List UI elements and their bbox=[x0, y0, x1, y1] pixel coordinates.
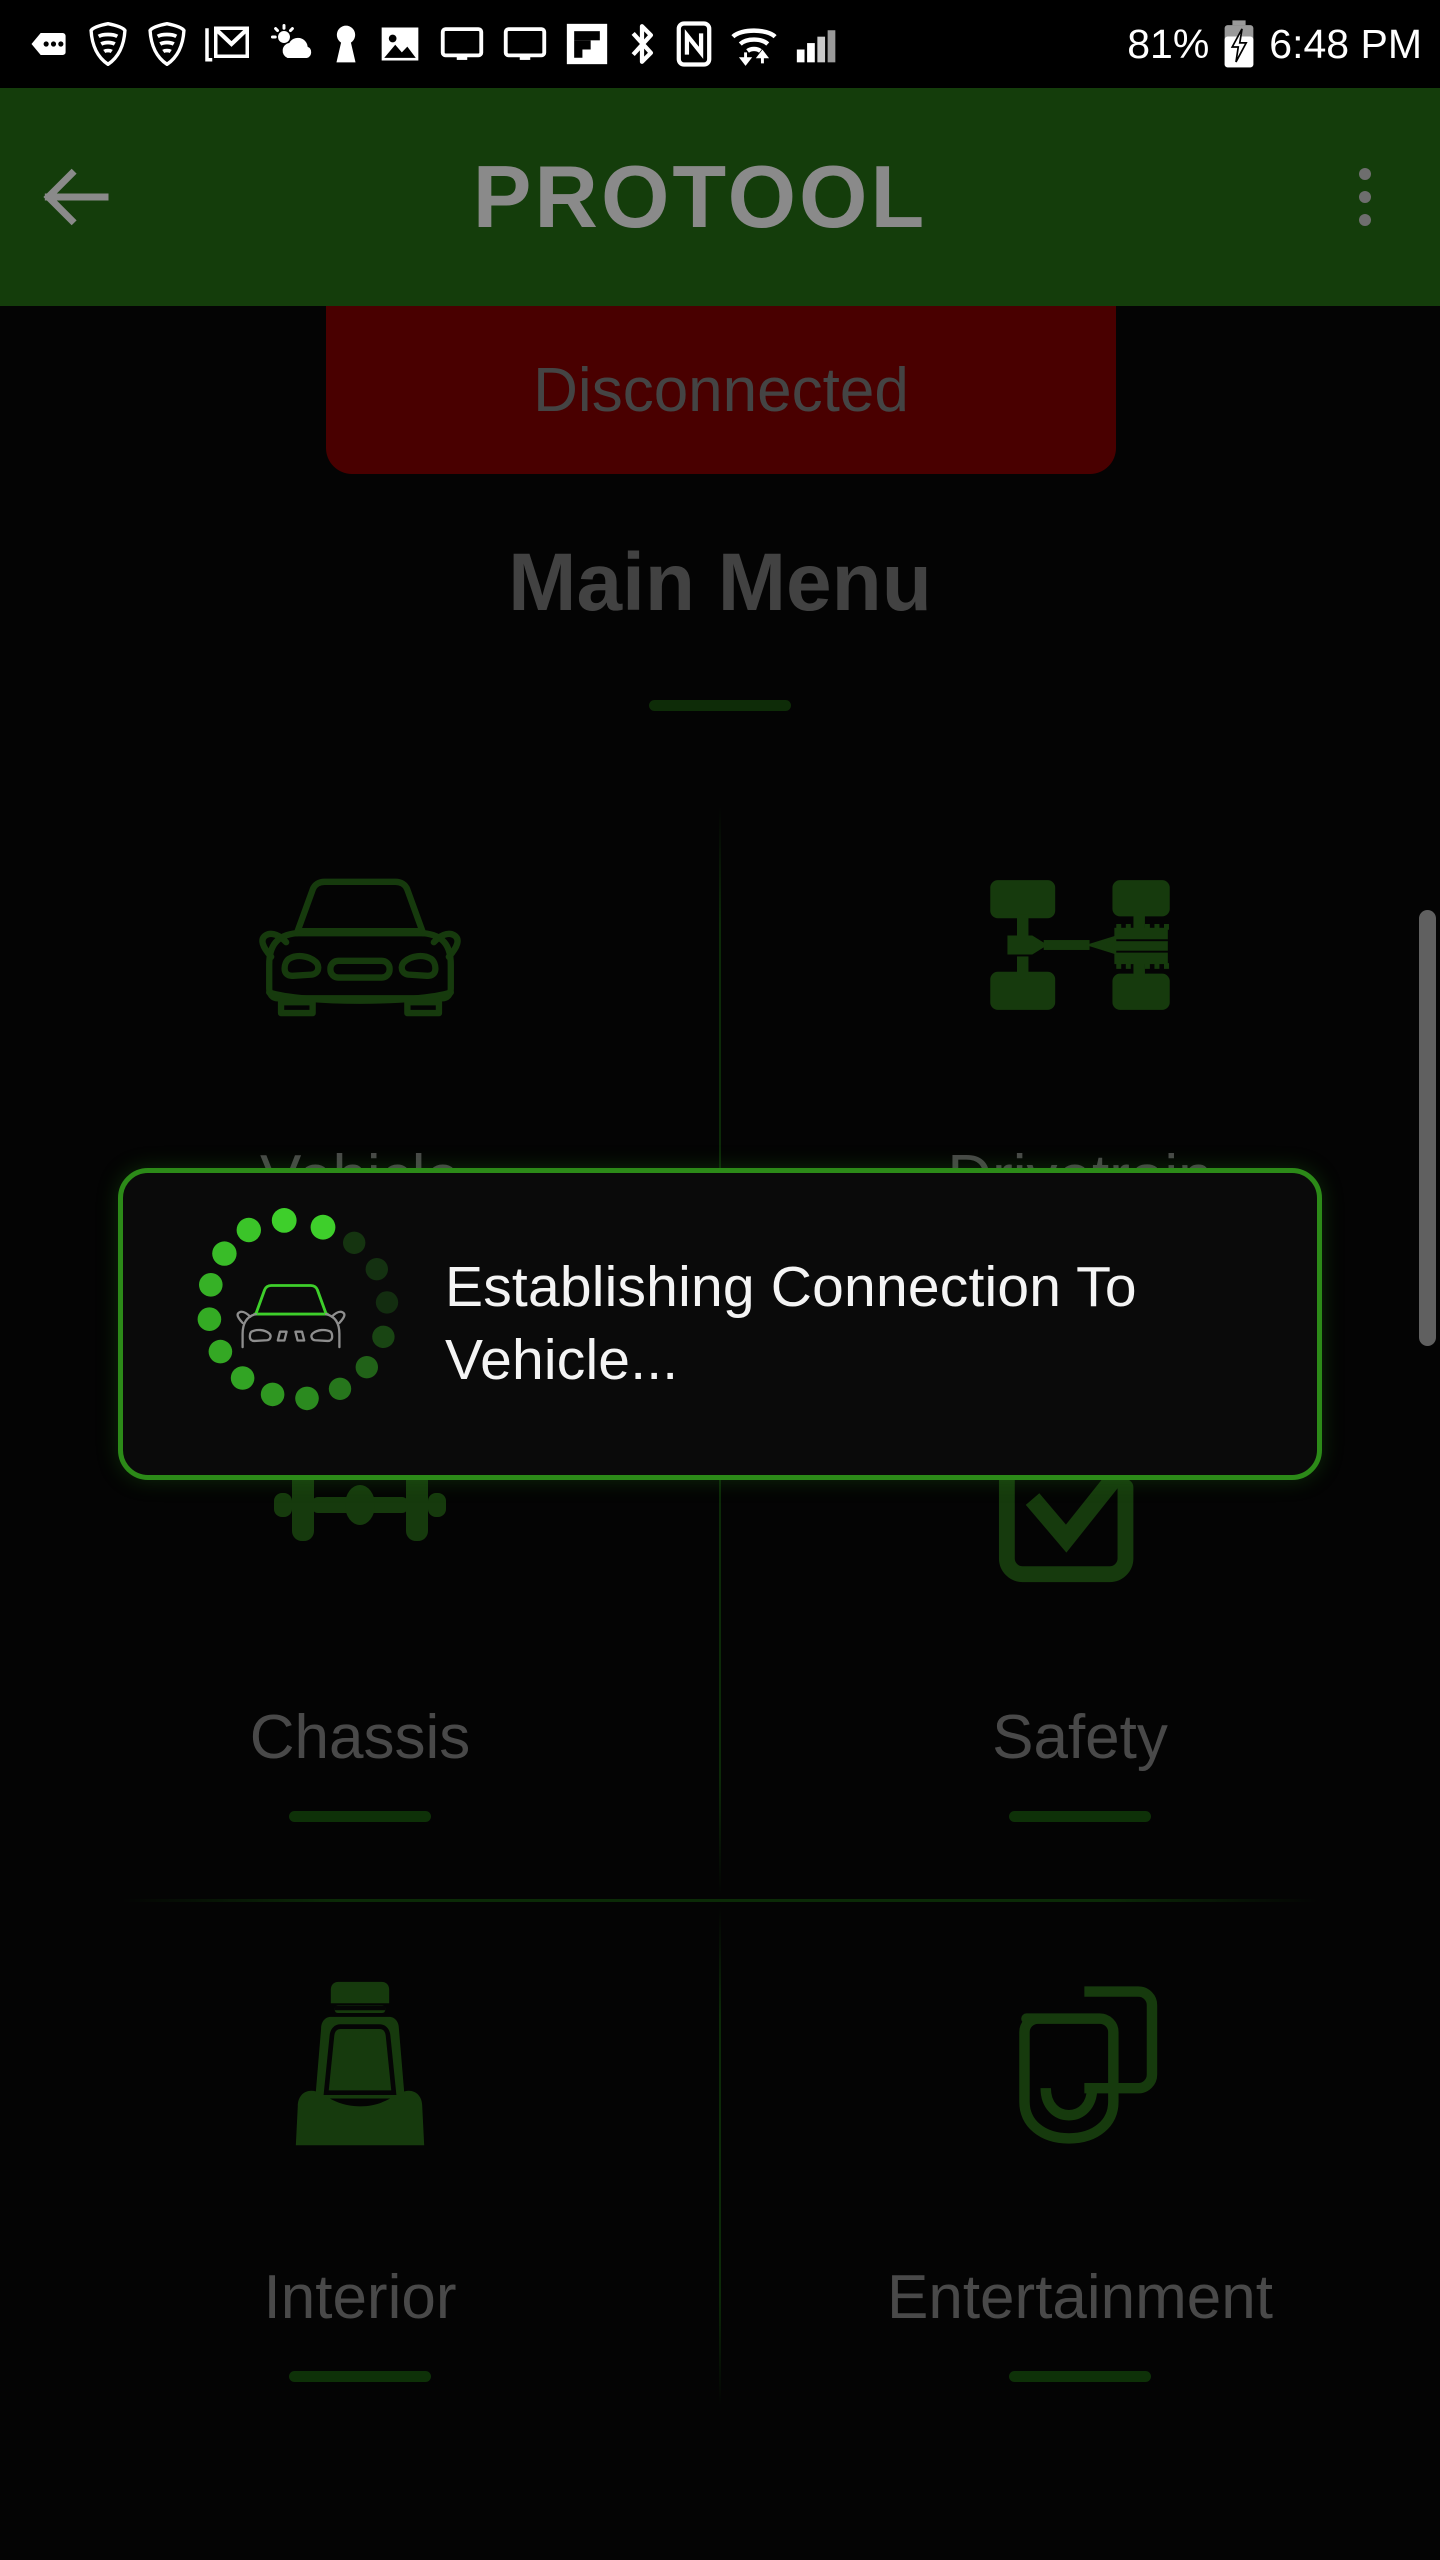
overflow-dot-2 bbox=[1359, 191, 1371, 203]
car-outline-icon bbox=[236, 1284, 346, 1349]
more-vertical-icon[interactable] bbox=[1290, 88, 1440, 306]
main-content: Disconnected Main Menu bbox=[0, 306, 1440, 2560]
bluetooth-icon bbox=[631, 24, 653, 64]
overflow-dot-3 bbox=[1359, 214, 1371, 226]
flipboard-icon bbox=[566, 23, 608, 65]
connecting-dialog: Establishing Connection To Vehicle... bbox=[118, 1168, 1322, 1480]
battery-charging-icon bbox=[1224, 20, 1254, 68]
wifi-shield-icon bbox=[89, 22, 127, 66]
gmail-icon bbox=[205, 26, 249, 62]
weather-icon bbox=[270, 23, 312, 58]
overflow-dot-1 bbox=[1359, 168, 1371, 180]
dialog-message: Establishing Connection To Vehicle... bbox=[445, 1255, 1137, 1392]
connection-spinner bbox=[171, 1204, 411, 1444]
signal-bars-icon bbox=[796, 30, 836, 63]
nfc-icon bbox=[676, 21, 712, 67]
status-bar: 81% 6:48 PM bbox=[0, 0, 1440, 88]
messages-icon bbox=[31, 33, 66, 55]
wifi-shield-icon-2 bbox=[148, 22, 186, 66]
phone-screen: 81% 6:48 PM PROTOOL Disconnected bbox=[0, 0, 1440, 2560]
wifi-data-icon bbox=[731, 28, 777, 66]
app-bar: PROTOOL bbox=[0, 88, 1440, 306]
screen-cast-icon bbox=[440, 27, 484, 60]
clock: 6:48 PM bbox=[1269, 20, 1422, 67]
status-bar-right: 81% 6:48 PM bbox=[1127, 19, 1422, 69]
screen-cast-icon-2 bbox=[503, 27, 547, 60]
page-title: PROTOOL bbox=[472, 147, 928, 246]
status-bar-left-icons bbox=[26, 21, 1127, 67]
battery-percent: 81% bbox=[1127, 20, 1210, 67]
arrow-left-icon bbox=[43, 168, 109, 226]
keyhole-icon bbox=[336, 25, 356, 63]
photos-icon bbox=[381, 27, 419, 61]
